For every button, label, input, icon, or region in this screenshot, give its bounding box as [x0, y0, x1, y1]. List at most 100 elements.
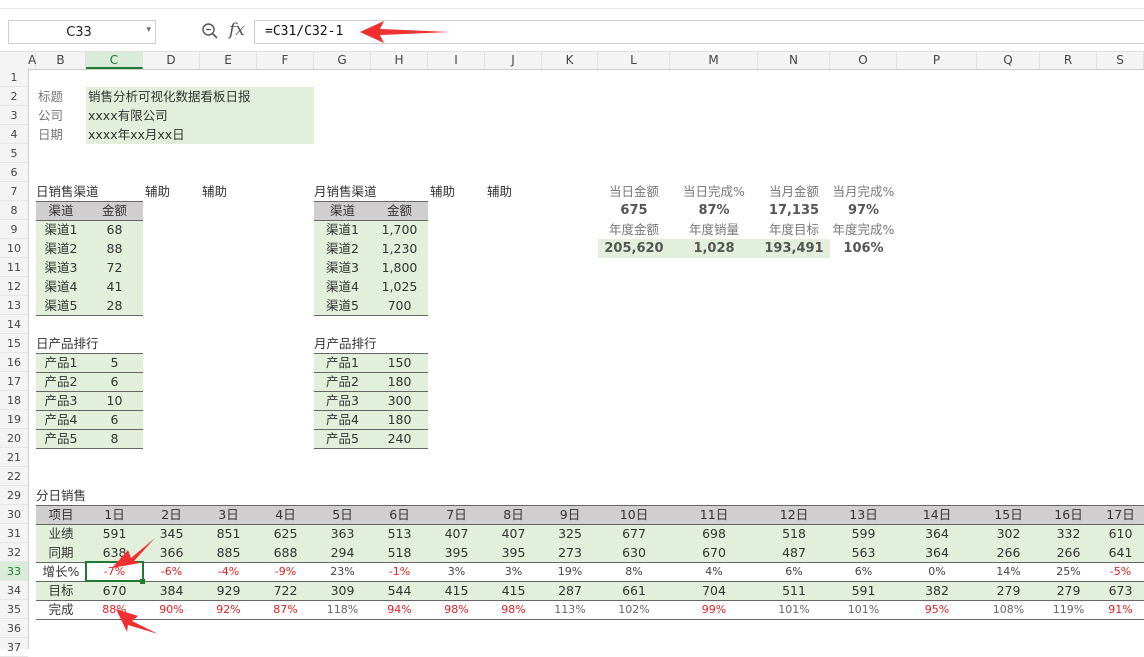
- column-header-e[interactable]: E: [200, 52, 257, 69]
- row-header-17[interactable]: 17: [0, 372, 28, 391]
- prior-value: 630: [622, 545, 646, 560]
- kpi-label: 当日完成%: [683, 184, 745, 199]
- completion-value: 87%: [273, 603, 298, 616]
- table-top-border: [314, 201, 428, 202]
- column-header-g[interactable]: G: [314, 52, 371, 69]
- table-value-cell: 72: [106, 260, 123, 275]
- target-value: 511: [782, 583, 806, 598]
- row-header-10[interactable]: 10: [0, 239, 28, 258]
- annotation-arrow-growth: [112, 538, 158, 634]
- row-header-8[interactable]: 8: [0, 201, 28, 220]
- table-value-cell: 68: [106, 222, 123, 237]
- column-header-d[interactable]: D: [143, 52, 200, 69]
- row-header-32[interactable]: 32: [0, 543, 28, 562]
- column-header-l[interactable]: L: [598, 52, 670, 69]
- table-title: 月销售渠道: [314, 184, 377, 199]
- prior-value: 266: [996, 545, 1021, 560]
- row-header-4[interactable]: 4: [0, 125, 28, 144]
- row-header-5[interactable]: 5: [0, 144, 28, 163]
- table-label-cell: 渠道5: [326, 298, 359, 313]
- column-header-b[interactable]: B: [36, 52, 86, 69]
- product-label: 产品2: [326, 374, 359, 389]
- row-header-33[interactable]: 33: [0, 562, 28, 581]
- row-header-30[interactable]: 30: [0, 505, 28, 524]
- column-header-h[interactable]: H: [371, 52, 428, 69]
- completion-value: 92%: [216, 603, 241, 616]
- aux-label: 辅助: [145, 184, 171, 199]
- row-header-1[interactable]: 1: [0, 68, 28, 87]
- column-header-j[interactable]: J: [485, 52, 542, 69]
- growth-value: 19%: [557, 565, 583, 578]
- row-header-22[interactable]: 22: [0, 467, 28, 486]
- growth-value: 3%: [504, 565, 523, 578]
- row-header-11[interactable]: 11: [0, 258, 28, 277]
- table-label-cell: 渠道5: [44, 298, 78, 313]
- growth-value: 6%: [785, 565, 803, 578]
- row-header-31[interactable]: 31: [0, 524, 28, 543]
- row-header-19[interactable]: 19: [0, 410, 28, 429]
- info-label: 日期: [38, 127, 64, 142]
- growth-value: -4%: [217, 565, 240, 578]
- row-header-35[interactable]: 35: [0, 600, 28, 619]
- completion-value: 101%: [778, 603, 810, 616]
- sales-value: 851: [216, 526, 241, 541]
- kpi-label: 当月完成%: [832, 184, 895, 199]
- day-header: 10日: [619, 507, 649, 522]
- product-label: 产品2: [44, 374, 78, 389]
- aux-label: 辅助: [487, 184, 513, 199]
- table-header-cell: 渠道: [48, 203, 74, 218]
- column-header-s[interactable]: S: [1097, 52, 1144, 69]
- column-header-a[interactable]: A: [28, 52, 36, 69]
- column-header-k[interactable]: K: [542, 52, 598, 69]
- column-header-i[interactable]: I: [428, 52, 485, 69]
- row-header-20[interactable]: 20: [0, 429, 28, 448]
- row-header-18[interactable]: 18: [0, 391, 28, 410]
- row-header-2[interactable]: 2: [0, 87, 28, 106]
- row-header-14[interactable]: 14: [0, 315, 28, 334]
- column-header-m[interactable]: M: [670, 52, 758, 69]
- table-title: 日产品排行: [36, 336, 99, 351]
- row-header-37[interactable]: 37: [0, 638, 28, 657]
- name-box[interactable]: C33 ▾: [8, 20, 156, 44]
- info-value: xxxx有限公司: [88, 108, 168, 123]
- row-header-21[interactable]: 21: [0, 448, 28, 467]
- day-header: 3日: [218, 507, 239, 522]
- zoom-icon[interactable]: [201, 22, 219, 40]
- target-value: 661: [622, 583, 646, 598]
- table-label-cell: 渠道2: [44, 241, 78, 256]
- row-header-13[interactable]: 13: [0, 296, 28, 315]
- column-header-p[interactable]: P: [897, 52, 977, 69]
- column-header-n[interactable]: N: [758, 52, 830, 69]
- column-header-q[interactable]: Q: [977, 52, 1040, 69]
- kpi-value: 17,135: [768, 203, 820, 218]
- row-header-15[interactable]: 15: [0, 334, 28, 353]
- kpi-value: 205,620: [604, 241, 664, 256]
- row-header-36[interactable]: 36: [0, 619, 28, 638]
- sales-value: 363: [330, 526, 355, 541]
- row-header-29[interactable]: 29: [0, 486, 28, 505]
- row-header-3[interactable]: 3: [0, 106, 28, 125]
- completion-value: 98%: [501, 603, 526, 616]
- fx-icon[interactable]: fx: [229, 20, 245, 40]
- column-header-o[interactable]: O: [830, 52, 897, 69]
- row-header-9[interactable]: 9: [0, 220, 28, 239]
- table-label-cell: 渠道3: [326, 260, 359, 275]
- table-label-cell: 渠道4: [326, 279, 359, 294]
- column-header-r[interactable]: R: [1040, 52, 1097, 69]
- chevron-down-icon[interactable]: ▾: [146, 25, 151, 35]
- row-header-7[interactable]: 7: [0, 182, 28, 201]
- row-header-6[interactable]: 6: [0, 163, 28, 182]
- formula-text: =C31/C32-1: [265, 24, 344, 39]
- kpi-value: 87%: [698, 203, 730, 218]
- row-header-16[interactable]: 16: [0, 353, 28, 372]
- column-header-c[interactable]: C: [86, 52, 143, 69]
- sales-value: 677: [622, 526, 646, 541]
- sales-value: 518: [782, 526, 806, 541]
- target-value: 279: [1056, 583, 1081, 598]
- row-header-12[interactable]: 12: [0, 277, 28, 296]
- kpi-value: 97%: [847, 203, 880, 218]
- column-header-f[interactable]: F: [257, 52, 314, 69]
- target-value: 309: [330, 583, 355, 598]
- day-header: 8日: [503, 507, 524, 522]
- row-header-34[interactable]: 34: [0, 581, 28, 600]
